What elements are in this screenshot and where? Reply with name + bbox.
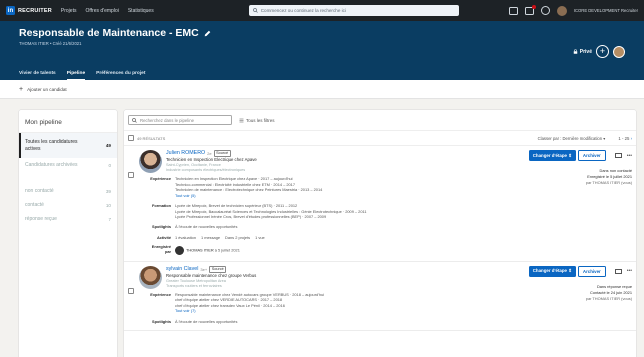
add-candidate-button[interactable]: Ajouter un candidat xyxy=(27,87,67,92)
sort-dropdown[interactable]: Classer par : Dernière modification ▾ xyxy=(538,136,606,141)
next-page-icon[interactable]: › xyxy=(631,136,632,141)
global-search-input[interactable]: Commencez ou continuez la recherche ici xyxy=(248,5,459,16)
source-badge: Sourcé xyxy=(213,150,231,158)
top-navigation: in RECRUITER Projets Offres d'emploi Sta… xyxy=(0,0,644,21)
pagination: 1 - 25 › xyxy=(618,135,632,141)
add-collaborator-icon[interactable]: + xyxy=(596,45,609,58)
candidate-name[interactable]: sylvain Clavel xyxy=(166,266,198,273)
source-badge: Sourcé xyxy=(209,265,227,273)
candidate-name[interactable]: Julien ROMERO xyxy=(166,150,205,157)
project-header: Responsable de Maintenance - EMC THOMAS … xyxy=(0,21,644,80)
sidebar-item-not-contacted[interactable]: non contacté 39 xyxy=(19,184,117,198)
nav-link-projects[interactable]: Projets xyxy=(61,8,77,14)
see-all-experience-link[interactable]: Tout voir (7) xyxy=(175,308,324,313)
candidate-card: sylvain Clavel 3e+ Sourcé Responsable ma… xyxy=(124,262,636,332)
activity-projects[interactable]: Dans 2 projets xyxy=(225,235,250,240)
mail-icon[interactable] xyxy=(614,268,622,275)
candidate-status: Dans non contacté Enregistré le 5 juille… xyxy=(585,168,632,185)
archive-button[interactable]: Archiver xyxy=(577,150,606,162)
candidate-checkbox[interactable] xyxy=(128,172,134,178)
change-stage-button[interactable]: Changer d'étape ⇕ xyxy=(528,265,576,277)
search-icon xyxy=(252,8,258,13)
sidebar-item-archived[interactable]: Candidatures archivées 0 xyxy=(19,158,117,172)
project-title: Responsable de Maintenance - EMC xyxy=(19,27,199,39)
mail-icon[interactable] xyxy=(614,152,622,159)
nav-link-stats[interactable]: Statistiques xyxy=(128,8,154,14)
plus-icon[interactable]: + xyxy=(19,86,23,93)
messages-icon[interactable] xyxy=(508,6,518,15)
candidate-status: Dans réponse reçue Contacté le 24 juin 2… xyxy=(585,283,632,301)
privacy-toggle[interactable]: Privé xyxy=(573,49,592,55)
spotlight-open-to-work[interactable]: À l'écoute de nouvelles opportunités xyxy=(175,224,237,229)
results-count: 49 RÉSULTATS xyxy=(137,135,166,141)
tab-talent-pool[interactable]: Vivier de talents xyxy=(19,71,56,80)
change-stage-button[interactable]: Changer d'étape ⇕ xyxy=(528,150,576,162)
candidate-checkbox[interactable] xyxy=(128,287,134,294)
candidate-card: Julien ROMERO 2e Sourcé Technicien en In… xyxy=(124,146,636,262)
pipeline-main: Recherchez dans le pipeline Tous les fil… xyxy=(124,110,636,357)
tab-pipeline[interactable]: Pipeline xyxy=(66,71,86,80)
sidebar-item-contacted[interactable]: contacté 10 xyxy=(19,198,117,212)
activity-evaluation[interactable]: 1 évaluation xyxy=(175,235,196,240)
see-all-experience-link[interactable]: Tout voir (5) xyxy=(175,193,322,198)
tab-project-settings[interactable]: Préférences du projet xyxy=(96,71,145,80)
lock-icon xyxy=(573,49,578,54)
recruiter-logo[interactable]: in RECRUITER xyxy=(6,6,52,15)
activity-views[interactable]: 1 vue xyxy=(255,235,265,240)
candidate-photo[interactable] xyxy=(139,265,162,289)
archive-button[interactable]: Archiver xyxy=(577,265,606,278)
all-filters-button[interactable]: Tous les filtres xyxy=(239,118,275,123)
linkedin-logo-icon: in xyxy=(6,6,15,15)
sidebar-title: Mon pipeline xyxy=(19,110,117,133)
pipeline-sidebar: Mon pipeline Toutes les candidatures act… xyxy=(19,110,117,357)
collaborator-avatar[interactable] xyxy=(613,45,625,58)
more-icon[interactable]: ••• xyxy=(627,268,632,274)
project-meta: THOMAS ITIER • Créé 21/6/2021 xyxy=(19,41,82,46)
nav-link-jobs[interactable]: Offres d'emploi xyxy=(85,8,118,14)
filter-icon xyxy=(239,118,244,122)
pipeline-search-input[interactable]: Recherchez dans le pipeline xyxy=(128,115,232,125)
notifications-icon[interactable] xyxy=(524,4,536,15)
edit-pencil-icon[interactable] xyxy=(204,30,211,37)
sidebar-item-active-applications[interactable]: Toutes les candidatures actives 49 xyxy=(19,133,117,158)
add-candidate-bar: + Ajouter un candidat xyxy=(0,80,644,99)
sidebar-item-replied[interactable]: réponse reçue 7 xyxy=(19,212,117,226)
help-icon[interactable] xyxy=(540,6,550,15)
more-icon[interactable]: ••• xyxy=(627,153,632,159)
spotlight-open-to-work[interactable]: À l'écoute de nouvelles opportunités xyxy=(175,319,237,324)
activity-message[interactable]: 1 message xyxy=(201,235,220,240)
recruiter-avatar xyxy=(175,245,184,255)
account-avatar[interactable] xyxy=(556,5,567,16)
account-name[interactable]: ICORE DEVELOPMENT Recruiter xyxy=(574,8,638,13)
search-icon xyxy=(132,117,137,123)
project-tabs: Vivier de talents Pipeline Préférences d… xyxy=(19,71,145,80)
select-all-checkbox[interactable] xyxy=(128,135,134,141)
candidate-photo[interactable] xyxy=(139,150,162,173)
